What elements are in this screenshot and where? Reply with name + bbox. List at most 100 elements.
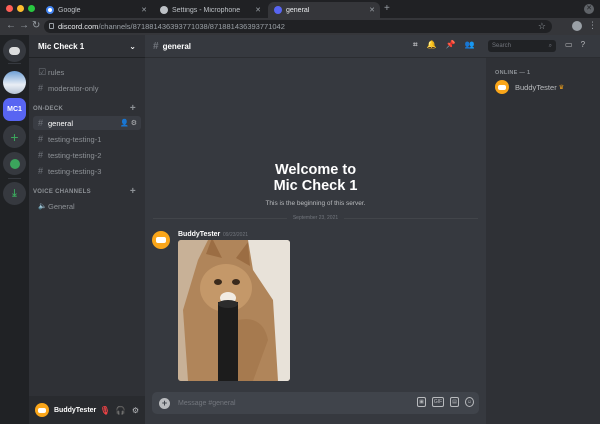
- bookmark-star-icon[interactable]: ☆: [538, 20, 546, 33]
- avatar[interactable]: [35, 403, 49, 417]
- date-divider: September 23, 2021: [145, 215, 486, 221]
- channel-label: testing-testing-3: [48, 166, 102, 176]
- channel-general[interactable]: # general 👤 ⚙: [33, 116, 141, 130]
- headphones-icon[interactable]: 🎧: [116, 406, 126, 415]
- search-placeholder: Search: [492, 43, 512, 49]
- mute-microphone-icon[interactable]: 🎙: [100, 406, 110, 415]
- channel-testing-testing-3[interactable]: # testing-testing-3: [33, 164, 141, 178]
- gift-icon[interactable]: ▣: [417, 397, 426, 407]
- browser-menu-icon[interactable]: ⋮: [588, 20, 597, 31]
- server-icon-mc1[interactable]: MC1: [3, 98, 26, 121]
- tab-search-button[interactable]: ✕: [584, 4, 594, 14]
- hash-icon: #: [153, 40, 159, 52]
- reload-icon[interactable]: ↻: [32, 20, 40, 31]
- url-field[interactable]: discord.com/channels/871881436393771038/…: [44, 20, 552, 33]
- download-apps-button[interactable]: ⤓: [3, 182, 26, 205]
- browser-tab-general[interactable]: general ✕: [268, 2, 380, 18]
- category-voice-channels[interactable]: VOICE CHANNELS +: [33, 186, 141, 197]
- welcome-subtitle: This is the beginning of this server.: [265, 200, 366, 207]
- profile-icon[interactable]: [572, 21, 582, 31]
- input-actions: ▣ GIF ▤ ☺: [417, 397, 474, 407]
- message-timestamp: 09/23/2021: [223, 232, 249, 238]
- message-author[interactable]: BuddyTester: [178, 231, 220, 238]
- channel-label: testing-testing-1: [48, 134, 102, 144]
- category-on-deck[interactable]: ON-DECK +: [33, 103, 141, 114]
- sticker-icon[interactable]: ▤: [450, 397, 459, 407]
- rules-icon: ☑: [38, 66, 47, 77]
- inbox-icon[interactable]: ▭: [565, 40, 573, 49]
- discord-logo-icon: [9, 46, 20, 55]
- pin-icon[interactable]: 📌: [445, 40, 455, 50]
- explore-servers-button[interactable]: [3, 152, 26, 175]
- lock-icon: [49, 23, 54, 29]
- server-header[interactable]: Mic Check 1 ⌄: [29, 35, 145, 58]
- channel-label: general: [48, 118, 74, 128]
- forward-icon[interactable]: →: [19, 20, 29, 31]
- create-channel-icon[interactable]: +: [130, 103, 136, 114]
- channel-moderator-only[interactable]: # moderator-only: [33, 81, 141, 95]
- create-channel-icon[interactable]: +: [130, 186, 136, 197]
- hash-icon: #: [38, 166, 44, 176]
- address-bar-row: ← → ↻ discord.com/channels/8718814363937…: [0, 18, 600, 35]
- upload-plus-button[interactable]: +: [159, 397, 170, 409]
- welcome-line-2: Mic Check 1: [273, 178, 358, 194]
- close-tab-icon[interactable]: ✕: [139, 6, 149, 14]
- member-list-icon[interactable]: 👥: [464, 40, 474, 50]
- channel-label: moderator-only: [48, 83, 99, 93]
- username[interactable]: BuddyTester: [54, 407, 96, 414]
- channel-rules[interactable]: ☑ rules: [33, 65, 141, 79]
- hash-icon: #: [38, 83, 44, 93]
- avatar: [495, 80, 509, 94]
- gif-icon[interactable]: GIF: [431, 397, 445, 407]
- channel-testing-testing-1[interactable]: # testing-testing-1: [33, 132, 141, 146]
- welcome-line-1: Welcome to: [274, 162, 357, 178]
- back-icon[interactable]: ←: [6, 20, 16, 31]
- browser-tab-google[interactable]: Google ✕: [40, 2, 152, 18]
- server-icon-image[interactable]: [3, 71, 26, 94]
- member-name: BuddyTester: [515, 82, 557, 92]
- new-tab-button[interactable]: +: [384, 3, 390, 14]
- date-divider-label: September 23, 2021: [286, 215, 345, 221]
- members-header: Search ⌕ ▭ ?: [486, 35, 600, 58]
- server-rail: MC1 + ⤓: [0, 35, 29, 424]
- window-controls: [6, 5, 35, 12]
- minimize-window-button[interactable]: [17, 5, 24, 12]
- close-tab-icon[interactable]: ✕: [253, 6, 263, 14]
- chat-area: # general ⌗ 🔔 📌 👥 Welcome to Mic Check 1…: [145, 35, 486, 424]
- server-name: Mic Check 1: [38, 41, 85, 51]
- notification-bell-icon[interactable]: 🔔: [427, 40, 437, 50]
- tab-title: Google: [58, 6, 81, 14]
- category-label: ON-DECK: [33, 106, 64, 112]
- voice-channel-general[interactable]: 🔈 General: [33, 199, 141, 213]
- search-input[interactable]: Search ⌕: [488, 40, 556, 52]
- home-button[interactable]: [3, 39, 26, 62]
- close-tab-icon[interactable]: ✕: [367, 6, 377, 14]
- user-panel: BuddyTester 🎙 🎧 ⚙: [29, 396, 145, 424]
- browser-tab-bar: Google ✕ Settings - Microphone ✕ general…: [0, 0, 600, 18]
- message-input[interactable]: + Message #general ▣ GIF ▤ ☺: [152, 392, 479, 414]
- channel-testing-testing-2[interactable]: # testing-testing-2: [33, 148, 141, 162]
- message-avatar[interactable]: [152, 231, 170, 249]
- hash-icon: #: [38, 150, 44, 160]
- gear-icon: [160, 6, 168, 14]
- invite-icon[interactable]: 👤: [120, 120, 129, 127]
- browser-tab-settings[interactable]: Settings - Microphone ✕: [154, 2, 266, 18]
- add-server-button[interactable]: +: [3, 125, 26, 148]
- channel-label: rules: [48, 67, 65, 77]
- crown-icon: ♛: [558, 84, 565, 91]
- channel-label: testing-testing-2: [48, 150, 102, 160]
- threads-icon[interactable]: ⌗: [413, 40, 418, 50]
- gear-icon[interactable]: ⚙: [132, 406, 139, 415]
- help-icon[interactable]: ?: [581, 40, 585, 49]
- gear-icon[interactable]: ⚙: [131, 120, 137, 127]
- member-item[interactable]: BuddyTester ♛: [495, 80, 564, 94]
- close-window-button[interactable]: [6, 5, 13, 12]
- chevron-down-icon: ⌄: [129, 41, 136, 51]
- cat-image-attachment[interactable]: [178, 240, 290, 381]
- zoom-window-button[interactable]: [28, 5, 35, 12]
- emoji-icon[interactable]: ☺: [464, 397, 474, 407]
- message-input-placeholder: Message #general: [178, 399, 236, 407]
- search-icon: ⌕: [548, 43, 552, 49]
- channel-actions: 👤 ⚙: [120, 119, 137, 127]
- member-list-panel: Search ⌕ ▭ ? ONLINE — 1 BuddyTester ♛: [486, 35, 600, 424]
